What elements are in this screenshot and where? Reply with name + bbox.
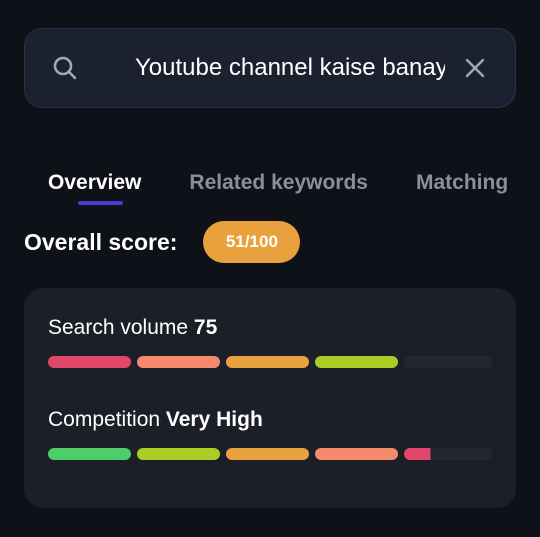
search-bar[interactable]	[24, 28, 516, 108]
bar-segment	[48, 448, 131, 460]
search-input[interactable]	[135, 48, 445, 88]
search-input-wrapper	[93, 48, 445, 88]
bar-segment	[404, 356, 492, 368]
tab-matching-label: Matching	[415, 171, 509, 194]
bar-segment	[137, 448, 220, 460]
bar-segment	[315, 448, 398, 460]
bar-segment	[315, 356, 398, 368]
tab-active-underline	[78, 201, 123, 205]
tab-related-keywords[interactable]: Related keywords	[189, 165, 368, 215]
close-icon[interactable]	[463, 56, 487, 80]
overall-score: Overall score: 51/100	[24, 220, 301, 264]
bar-segment	[226, 448, 309, 460]
tab-overview-label: Overview	[48, 171, 142, 194]
bar-segment	[404, 448, 492, 460]
segment-bar	[48, 356, 492, 368]
score-badge: 51/100	[203, 221, 301, 263]
tab-related-keywords-label: Related keywords	[189, 171, 368, 194]
metric-label: Search volume	[48, 316, 189, 339]
bar-segment	[137, 356, 220, 368]
segment-bar	[48, 448, 492, 460]
metric-value: Very High	[165, 408, 263, 431]
metrics-card: Search volume 75 Competition Very High	[24, 288, 516, 508]
tab-bar: Overview Related keywords Matching	[48, 165, 540, 215]
bar-segment	[48, 356, 131, 368]
metric-competition: Competition Very High	[48, 406, 492, 460]
tab-matching[interactable]: Matching	[416, 165, 508, 215]
metric-search-volume: Search volume 75	[48, 314, 492, 368]
tab-overview[interactable]: Overview	[48, 165, 141, 215]
bar-segment	[226, 356, 309, 368]
search-icon	[53, 56, 77, 80]
overall-score-label: Overall score:	[24, 228, 178, 255]
metric-value: 75	[193, 316, 218, 339]
metric-label: Competition	[48, 408, 161, 431]
